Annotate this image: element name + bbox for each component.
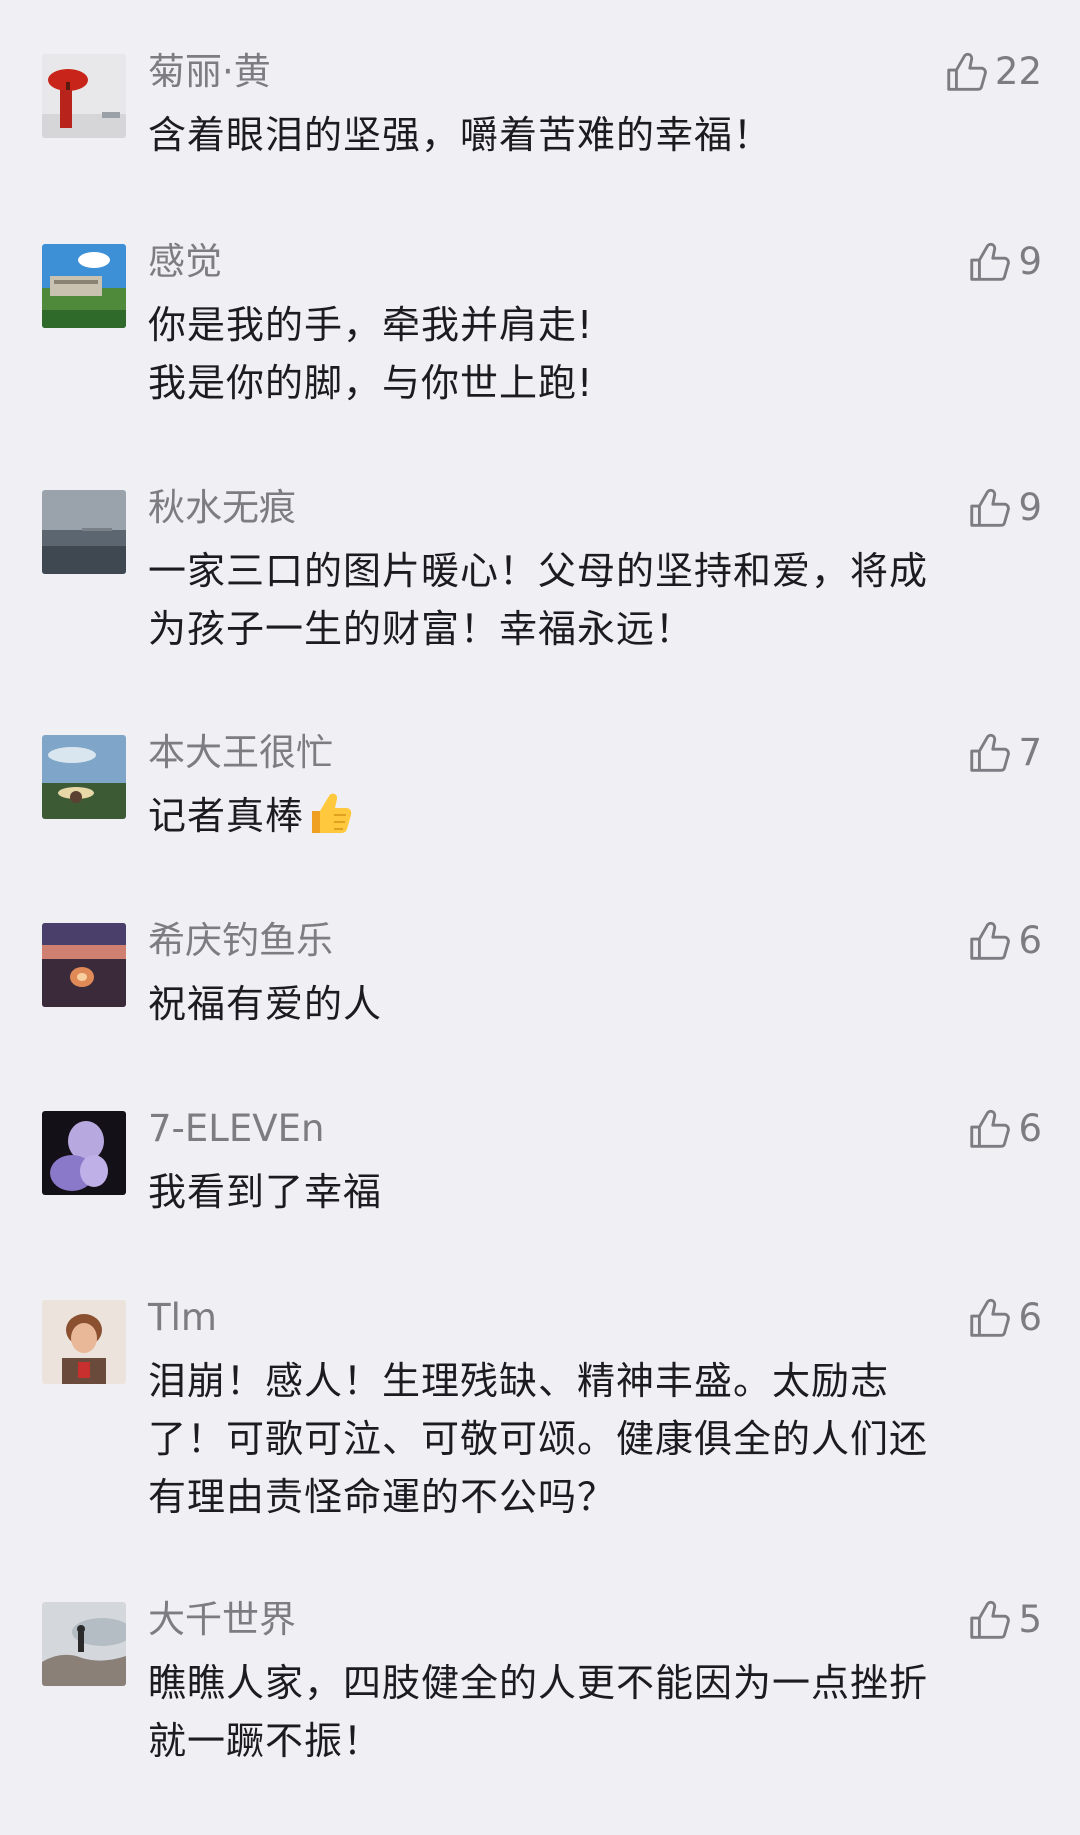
- like-button[interactable]: 6: [966, 1290, 1042, 1346]
- like-count: 22: [994, 50, 1042, 93]
- username[interactable]: 菊丽·黄: [148, 48, 271, 96]
- username[interactable]: 7-ELEVEn: [148, 1105, 324, 1153]
- like-button[interactable]: 9: [966, 480, 1042, 536]
- comment-text: 记者真棒: [148, 787, 1038, 845]
- comment-text: 祝福有爱的人: [148, 975, 1038, 1033]
- avatar[interactable]: [42, 735, 126, 819]
- comment-line: 含着眼泪的坚强，嚼着苦难的幸福！: [148, 113, 773, 157]
- comment-text: 一家三口的图片暖心！父母的坚持和爱，将成 为孩子一生的财富！幸福永远！: [148, 542, 1038, 658]
- username[interactable]: 本大王很忙: [148, 729, 333, 777]
- comment-line: 我是你的脚，与你世上跑!: [148, 361, 594, 405]
- like-count: 6: [1018, 1107, 1042, 1150]
- hat-landscape-avatar-icon: [42, 735, 126, 819]
- like-button[interactable]: 22: [943, 44, 1042, 100]
- thumbs-up-outline-icon: [970, 1298, 1011, 1337]
- comment-line: 一家三口的图片暖心！父母的坚持和爱，将成: [148, 549, 929, 593]
- username[interactable]: 感觉: [148, 238, 222, 286]
- like-button[interactable]: 6: [966, 1101, 1042, 1157]
- like-button[interactable]: 7: [966, 725, 1042, 781]
- avatar[interactable]: [42, 1300, 126, 1384]
- person-rock-avatar-icon: [42, 1602, 126, 1686]
- comment-list: 菊丽·黄 22 含着眼泪的坚强，嚼着苦难的幸福！ 感觉 9 你是我的手，牵我并肩…: [0, 0, 1080, 1835]
- comment-line: 我看到了幸福: [148, 1170, 383, 1214]
- thumbs-up-outline-icon: [970, 1109, 1011, 1148]
- username[interactable]: Tlm: [148, 1294, 217, 1342]
- like-count: 7: [1018, 731, 1042, 774]
- comment-line: 就一蹶不振！: [148, 1719, 383, 1763]
- like-count: 6: [1018, 1296, 1042, 1339]
- comment-line-text: 记者真棒: [148, 794, 305, 838]
- avatar[interactable]: [42, 923, 126, 1007]
- thumbs-up-outline-icon: [970, 1600, 1011, 1639]
- comment-line: 祝福有爱的人: [148, 982, 383, 1026]
- comment-text: 你是我的手，牵我并肩走! 我是你的脚，与你世上跑!: [148, 296, 1038, 412]
- like-count: 6: [1018, 919, 1042, 962]
- sea-avatar-icon: [42, 490, 126, 574]
- comment-line: 记者真棒: [148, 787, 1038, 845]
- sunset-beach-avatar-icon: [42, 923, 126, 1007]
- comment-text: 瞧瞧人家，四肢健全的人更不能因为一点挫折 就一蹶不振！: [148, 1654, 1038, 1770]
- portrait-avatar-icon: [42, 1300, 126, 1384]
- like-button[interactable]: 6: [966, 913, 1042, 969]
- comment-text: 泪崩！感人！生理残缺、精神丰盛。太励志 了！可歌可泣、可敬可颂。健康俱全的人们还…: [148, 1352, 1038, 1526]
- thumbs-up-outline-icon: [947, 52, 987, 91]
- comment-line: 瞧瞧人家，四肢健全的人更不能因为一点挫折: [148, 1661, 929, 1705]
- like-count: 9: [1018, 240, 1042, 283]
- comment-text: 含着眼泪的坚强，嚼着苦难的幸福！: [148, 106, 1038, 164]
- like-count: 5: [1018, 1598, 1042, 1641]
- comment-line: 你是我的手，牵我并肩走!: [148, 303, 594, 347]
- thumbs-up-outline-icon: [970, 242, 1011, 281]
- avatar[interactable]: [42, 54, 126, 138]
- avatar[interactable]: [42, 1111, 126, 1195]
- avatar[interactable]: [42, 490, 126, 574]
- username[interactable]: 大千世界: [148, 1596, 296, 1644]
- comment-line: 有理由责怪命運的不公吗？: [148, 1475, 617, 1519]
- building-sky-avatar-icon: [42, 244, 126, 328]
- username[interactable]: 秋水无痕: [148, 484, 296, 532]
- username[interactable]: 希庆钓鱼乐: [148, 917, 333, 965]
- comment-line: 为孩子一生的财富！幸福永远！: [148, 607, 695, 651]
- thumbs-up-outline-icon: [970, 488, 1011, 527]
- like-count: 9: [1018, 486, 1042, 529]
- avatar[interactable]: [42, 1602, 126, 1686]
- like-button[interactable]: 5: [966, 1592, 1042, 1648]
- thumbs-up-emoji-icon: [312, 793, 352, 833]
- thumbs-up-outline-icon: [970, 733, 1011, 772]
- like-button[interactable]: 9: [966, 234, 1042, 290]
- thumbs-up-outline-icon: [970, 921, 1011, 960]
- comment-text: 我看到了幸福: [148, 1163, 1038, 1221]
- purple-figure-avatar-icon: [42, 1111, 126, 1195]
- comment-line: 了！可歌可泣、可敬可颂。健康俱全的人们还: [148, 1417, 929, 1461]
- red-umbrella-avatar-icon: [42, 54, 126, 138]
- avatar[interactable]: [42, 244, 126, 328]
- comment-line: 泪崩！感人！生理残缺、精神丰盛。太励志: [148, 1359, 890, 1403]
